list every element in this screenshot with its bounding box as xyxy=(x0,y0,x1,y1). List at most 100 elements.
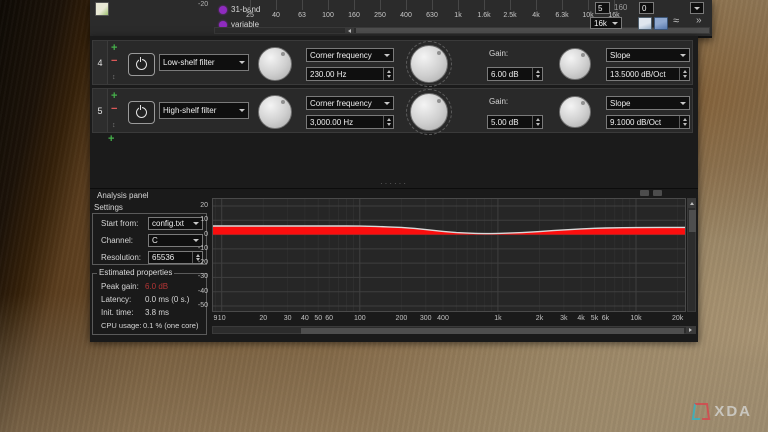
estimated-properties-title: Estimated properties xyxy=(97,268,174,277)
y-tick-label: 10 xyxy=(190,215,208,224)
ruler-tick-label: 40 xyxy=(263,12,289,19)
remove-filter-button[interactable]: − xyxy=(111,105,117,114)
frequency-knob[interactable] xyxy=(258,95,292,129)
ruler-tick-label: 400 xyxy=(393,12,419,19)
reorder-handle-icon[interactable]: ↕ xyxy=(112,74,116,81)
ruler-tick-label: 1.6k xyxy=(471,12,497,19)
response-plot xyxy=(212,198,686,312)
param1-selector-dropdown[interactable]: Corner frequency xyxy=(306,96,394,110)
peak-gain-label: Peak gain: xyxy=(101,282,139,291)
x-tick-label: 60 xyxy=(316,314,342,323)
xda-logo-text: XDA xyxy=(714,403,752,420)
x-tick-label: 200 xyxy=(388,314,414,323)
param1-value-spinner[interactable]: 230.00 Hz xyxy=(306,67,394,81)
slope-knob[interactable] xyxy=(559,96,591,128)
filter-row-number: 5 xyxy=(93,89,108,132)
ruler-tick-label: 100 xyxy=(315,12,341,19)
ruler-tick xyxy=(250,0,251,10)
graph-vscrollbar[interactable] xyxy=(687,198,696,312)
ruler-tick xyxy=(328,0,329,10)
x-axis-labels: 91020304050601002003004001k2k3k4k5k6k10k… xyxy=(212,314,692,324)
graph-hscrollbar[interactable] xyxy=(212,326,696,334)
ruler-tick xyxy=(458,0,459,10)
gain-value-spinner[interactable]: 5.00 dB xyxy=(487,115,543,129)
y-tick-label: 20 xyxy=(190,201,208,210)
settings-section-label: Settings xyxy=(94,203,123,213)
xda-logo-bracket-right-icon xyxy=(700,403,710,420)
param1-value-spinner[interactable]: 3,000.00 Hz xyxy=(306,115,394,129)
x-tick-label: 20k xyxy=(665,314,691,323)
param3-selector-dropdown[interactable]: Slope xyxy=(606,48,690,62)
ruler-tick-label: 630 xyxy=(419,12,445,19)
x-tick-label: 10k xyxy=(623,314,649,323)
band-count-spinner[interactable]: 5 xyxy=(595,2,610,14)
analysis-section: Analysis panel Settings Start from: conf… xyxy=(90,188,698,342)
graph-hscroll-right-arrow[interactable] xyxy=(686,327,695,333)
ruler-tick xyxy=(588,0,589,10)
graph-tool-icon-2[interactable] xyxy=(653,190,662,196)
graph-tool-icon-1[interactable] xyxy=(640,190,649,196)
x-tick-label: 20 xyxy=(250,314,276,323)
band-scrollbar-left-arrow[interactable] xyxy=(345,28,354,33)
y-tick-label: -30 xyxy=(190,272,208,281)
param3-selector-dropdown[interactable]: Slope xyxy=(606,96,690,110)
slope-knob[interactable] xyxy=(559,48,591,80)
splitter-handle[interactable]: ······ xyxy=(370,179,418,188)
xda-watermark: XDA xyxy=(693,403,752,420)
add-filter-button[interactable]: + xyxy=(111,92,117,101)
eq-top-strip: 31-band variable -20 2540631001602504006… xyxy=(90,0,712,38)
gain-value-spinner[interactable]: 6.00 dB xyxy=(487,67,543,81)
frequency-ruler: 2540631001602504006301k1.6k2.5k4k6.3k10k… xyxy=(90,0,650,24)
filter-power-button[interactable] xyxy=(128,101,155,124)
x-tick-label: 10 xyxy=(209,314,235,323)
y-tick-label: -10 xyxy=(190,244,208,253)
ruler-tick xyxy=(302,0,303,10)
ruler-tick xyxy=(354,0,355,10)
load-config-icon[interactable] xyxy=(638,17,652,30)
ruler-tick xyxy=(562,0,563,10)
graph-hscroll-thumb[interactable] xyxy=(301,328,684,334)
x-tick-label: 6k xyxy=(592,314,618,323)
ruler-tick-label: 4k xyxy=(523,12,549,19)
ruler-tick-label: 2.5k xyxy=(497,12,523,19)
graph-vscroll-thumb[interactable] xyxy=(689,210,696,232)
filter-row-4: 4 + − ↕ Low-shelf filter Corner frequenc… xyxy=(92,40,693,85)
filter-type-dropdown[interactable]: Low-shelf filter xyxy=(159,54,249,71)
init-time-label: Init. time: xyxy=(101,308,133,317)
append-filter-button[interactable]: + xyxy=(108,135,114,144)
band-freq-value: 160 xyxy=(614,3,627,12)
band-scrollbar[interactable] xyxy=(214,27,710,34)
reorder-handle-icon[interactable]: ↕ xyxy=(112,122,116,129)
expand-more-button[interactable]: » xyxy=(696,15,702,26)
analysis-panel-title: Analysis panel xyxy=(97,191,149,201)
range-dropdown[interactable]: 16k xyxy=(590,17,622,29)
band-options-dropdown[interactable] xyxy=(690,2,704,14)
filter-type-dropdown[interactable]: High-shelf filter xyxy=(159,102,249,119)
add-filter-button[interactable]: + xyxy=(111,44,117,53)
param1-selector-dropdown[interactable]: Corner frequency xyxy=(306,48,394,62)
remove-filter-button[interactable]: − xyxy=(111,57,117,66)
wave-display-icon[interactable]: ≈ xyxy=(673,15,679,27)
power-icon xyxy=(136,107,147,118)
init-time-value: 3.8 ms xyxy=(145,308,169,318)
frequency-knob[interactable] xyxy=(258,47,292,81)
gain-knob[interactable] xyxy=(410,93,448,131)
gain-label: Gain: xyxy=(489,97,508,107)
ruler-tick-label: 63 xyxy=(289,12,315,19)
cpu-usage-label: CPU usage: xyxy=(101,321,141,330)
start-from-label: Start from: xyxy=(101,219,138,228)
param3-value-spinner[interactable]: 9.1000 dB/Oct xyxy=(606,115,690,129)
ruler-tick xyxy=(484,0,485,10)
ruler-tick xyxy=(380,0,381,10)
band-gain-spinner[interactable]: 0 xyxy=(639,2,654,14)
param3-value-spinner[interactable]: 13.5000 dB/Oct xyxy=(606,67,690,81)
eq-main-panel: 4 + − ↕ Low-shelf filter Corner frequenc… xyxy=(90,36,698,341)
peak-gain-value: 6.0 dB xyxy=(145,282,168,291)
ruler-tick xyxy=(510,0,511,10)
graph-vscroll-up-arrow[interactable] xyxy=(688,199,695,208)
ruler-tick-label: 160 xyxy=(341,12,367,19)
power-icon xyxy=(136,59,147,70)
filter-power-button[interactable] xyxy=(128,53,155,76)
gain-knob[interactable] xyxy=(410,45,448,83)
save-config-icon[interactable] xyxy=(654,17,668,30)
